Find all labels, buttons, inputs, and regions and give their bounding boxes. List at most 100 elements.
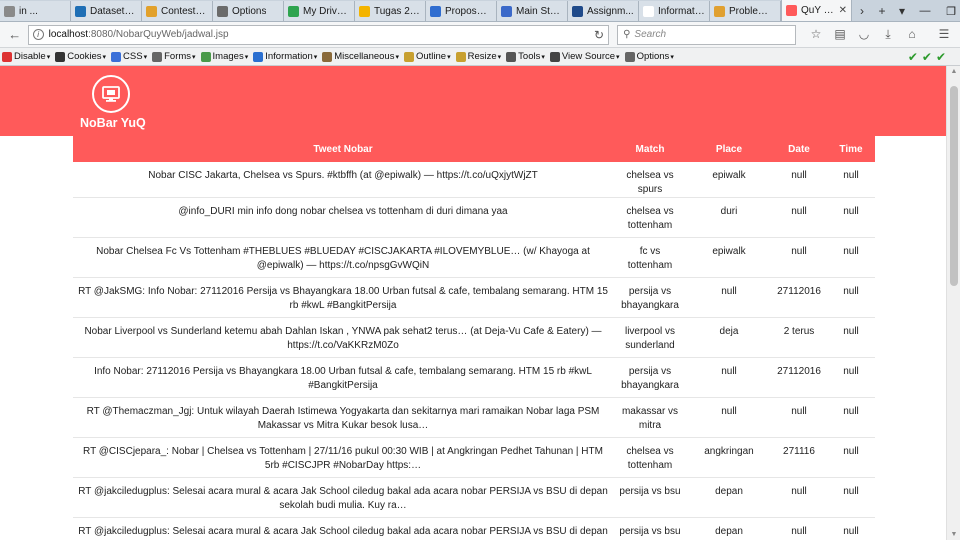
match-cell: persija vs bsu — [613, 517, 687, 540]
date-cell: null — [771, 517, 827, 540]
browser-tab[interactable]: Dataset - ... — [71, 1, 142, 21]
tweet-cell: Nobar Liverpool vs Sunderland ketemu aba… — [73, 317, 613, 358]
pocket-icon[interactable]: ◡ — [852, 27, 876, 42]
date-cell: null — [771, 162, 827, 198]
bookmark-star-icon[interactable]: ☆ — [804, 27, 828, 42]
browser-tab[interactable]: in ... — [0, 1, 71, 21]
browser-tab[interactable]: Problem I... — [710, 1, 781, 21]
tab-label: Proposal ... — [445, 5, 492, 17]
time-cell: null — [827, 437, 875, 478]
devbar-menu-item[interactable]: Outline ▾ — [403, 51, 451, 62]
browser-tab[interactable]: My Drive ... — [284, 1, 355, 21]
tweet-cell: RT @JakSMG: Info Nobar: 27112016 Persija… — [73, 277, 613, 318]
place-cell: depan — [687, 517, 771, 540]
dropdown-caret-icon: ▾ — [46, 53, 51, 61]
browser-tab[interactable]: Options — [213, 1, 284, 21]
favicon-icon — [786, 5, 797, 16]
site-info-icon[interactable]: i — [32, 29, 44, 40]
time-cell: null — [827, 517, 875, 540]
tab-label: Information E... — [658, 5, 705, 17]
minimize-icon[interactable]: — — [912, 5, 938, 17]
devbar-item-icon — [403, 51, 414, 62]
reload-icon[interactable]: ↻ — [594, 28, 604, 42]
back-icon[interactable]: ← — [4, 25, 26, 45]
browser-tab[interactable]: Contests ... — [142, 1, 213, 21]
reading-list-icon[interactable]: ▤ — [828, 27, 852, 42]
browser-tab[interactable]: Information E... — [639, 1, 710, 21]
tab-close-icon[interactable]: ✕ — [837, 5, 847, 16]
browser-tab[interactable]: Main Stor... — [497, 1, 568, 21]
devbar-item-icon — [2, 51, 12, 62]
tab-list-icon[interactable]: ▾ — [892, 1, 912, 21]
browser-tab[interactable]: Tugas 2 -... — [355, 1, 426, 21]
devbar-item-label: Forms — [164, 51, 192, 62]
site-header: NoBar YuQ — [0, 66, 946, 136]
monitor-logo-icon — [102, 86, 120, 102]
browser-tab-bar: in ... Dataset - ... Contests ... Options My… — [0, 0, 960, 22]
home-icon[interactable]: ⌂ — [900, 27, 924, 42]
table-row: RT @jakciledugplus: Selesai acara mural … — [73, 477, 875, 518]
devbar-menu-item[interactable]: Information ▾ — [253, 51, 317, 62]
favicon-icon — [643, 5, 654, 17]
place-cell: null — [687, 397, 771, 438]
search-placeholder: Search — [634, 29, 667, 40]
schedule-table: Tweet Nobar Match Place Date Time Nobar … — [73, 136, 875, 540]
tweet-cell: RT @jakciledugplus: Selesai acara mural … — [73, 477, 613, 518]
brand-name[interactable]: NoBar YuQ — [80, 116, 146, 130]
browser-tab[interactable]: Assignm... — [568, 1, 639, 21]
match-cell: chelsea vs tottenham — [613, 437, 687, 478]
tweet-cell: Nobar Chelsea Fc Vs Tottenham #THEBLUES … — [73, 237, 613, 278]
new-tab-button[interactable]: + — [872, 1, 892, 21]
tab-label: Problem I... — [729, 5, 776, 17]
devbar-menu-item[interactable]: Disable ▾ — [2, 51, 50, 62]
table-row: RT @Themaczman_Jgj: Untuk wilayah Daerah… — [73, 397, 875, 438]
place-cell: deja — [687, 317, 771, 358]
tab-label: My Drive ... — [303, 5, 350, 17]
devbar-menu-item[interactable]: Cookies ▾ — [55, 51, 106, 62]
tab-label: Options — [232, 5, 267, 17]
dropdown-caret-icon: ▾ — [395, 53, 399, 61]
browser-tab[interactable]: Proposal ... — [426, 1, 497, 21]
column-header-time: Time — [827, 136, 875, 162]
devbar-menu-item[interactable]: Resize ▾ — [455, 51, 501, 62]
search-input[interactable]: ⚲ Search — [617, 24, 796, 45]
devbar-item-icon — [111, 51, 122, 62]
dropdown-caret-icon: ▾ — [102, 53, 107, 61]
table-row: Nobar Chelsea Fc Vs Tottenham #THEBLUES … — [73, 237, 875, 278]
table-row: RT @jakciledugplus: Selesai acara mural … — [73, 517, 875, 540]
match-cell: chelsea vs spurs — [613, 162, 687, 198]
browser-tab[interactable]: QuY NoB...✕ — [781, 0, 852, 21]
favicon-icon — [146, 5, 157, 17]
devbar-menu-item[interactable]: Miscellaneous ▾ — [322, 51, 399, 62]
url-bar[interactable]: i localhost:8080/NobarQuyWeb/jadwal.jsp … — [27, 24, 610, 45]
devbar-menu-item[interactable]: Images ▾ — [200, 51, 248, 62]
scroll-down-icon[interactable]: ▼ — [947, 531, 960, 538]
tweet-cell: @info_DURI min info dong nobar chelsea v… — [73, 197, 613, 238]
devbar-item-label: Outline — [415, 51, 447, 62]
date-cell: 271116 — [771, 437, 827, 478]
devbar-item-label: View Source — [561, 51, 616, 62]
devbar-menu-item[interactable]: Options ▾ — [624, 51, 674, 62]
tab-label: Contests ... — [161, 5, 208, 17]
table-header-row: Tweet Nobar Match Place Date Time — [73, 136, 875, 162]
logo[interactable] — [92, 75, 130, 113]
place-cell: duri — [687, 197, 771, 238]
scroll-up-icon[interactable]: ▲ — [947, 68, 960, 75]
favicon-icon — [4, 5, 15, 17]
table-row: Nobar Liverpool vs Sunderland ketemu aba… — [73, 317, 875, 358]
devbar-menu-item[interactable]: CSS ▾ — [111, 51, 147, 62]
devbar-menu-item[interactable]: View Source ▾ — [549, 51, 620, 62]
table-row: Nobar CISC Jakarta, Chelsea vs Spurs. #k… — [73, 162, 875, 198]
menu-icon[interactable]: ☰ — [932, 27, 956, 42]
download-icon[interactable]: ⤓ — [876, 27, 900, 42]
page-scrollbar[interactable]: ▲ ▼ — [946, 66, 960, 540]
devbar-menu-item[interactable]: Forms ▾ — [152, 51, 196, 62]
date-cell: 27112016 — [771, 357, 827, 398]
tab-scroll-right-icon[interactable]: › — [852, 1, 872, 21]
scrollbar-thumb[interactable] — [950, 86, 958, 286]
match-cell: persija vs bhayangkara — [613, 277, 687, 318]
table-row: RT @CISCjepara_: Nobar | Chelsea vs Tott… — [73, 437, 875, 478]
devbar-menu-item[interactable]: Tools ▾ — [506, 51, 545, 62]
restore-icon[interactable]: ❐ — [938, 5, 960, 18]
time-cell: null — [827, 397, 875, 438]
